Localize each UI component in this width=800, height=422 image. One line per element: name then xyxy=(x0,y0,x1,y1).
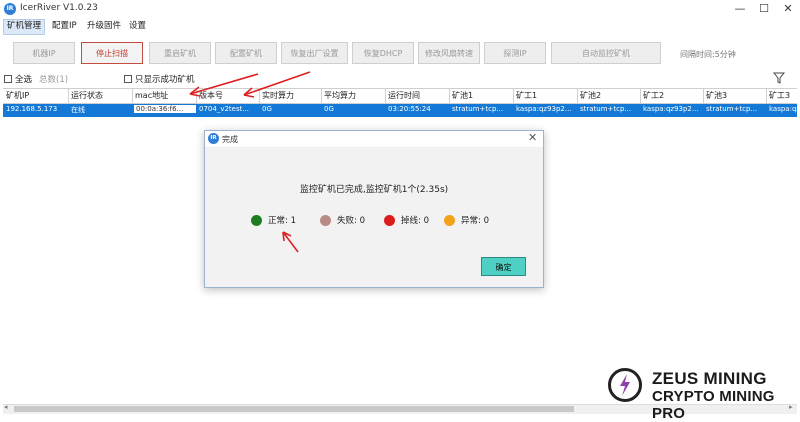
column-divider xyxy=(449,88,450,103)
status-failed-label: 失败: 0 xyxy=(337,216,365,226)
title-bar xyxy=(0,0,800,18)
factory-reset-button[interactable]: 恢复出厂设置 xyxy=(281,42,348,64)
dialog-header xyxy=(205,131,543,148)
configure-miner-button[interactable]: 配置矿机 xyxy=(215,42,277,64)
status-normal-label: 正常: 1 xyxy=(268,216,296,226)
watermark-line2: CRYPTO MINING PRO xyxy=(652,388,775,422)
total-count: 总数(1) xyxy=(39,75,69,85)
cell-realtime-hashrate: 0G xyxy=(262,105,272,113)
column-divider xyxy=(196,88,197,103)
window-title: IcerRiver V1.0.23 xyxy=(20,3,98,13)
column-divider xyxy=(640,88,641,103)
col-header-miner-ip[interactable]: 矿机IP xyxy=(6,90,29,101)
menu-upgrade-firmware[interactable]: 升级固件 xyxy=(84,19,124,33)
cell-status: 在线 xyxy=(71,106,85,114)
watermark-line1: ZEUS MINING xyxy=(652,369,767,388)
column-divider xyxy=(132,88,133,103)
filter-icon[interactable] xyxy=(773,72,785,84)
column-divider xyxy=(577,88,578,103)
column-divider xyxy=(68,88,69,103)
cell-miner-ip: 192.168.5.173 xyxy=(6,105,58,113)
cell-uptime: 03:20:55:24 xyxy=(388,105,431,113)
restore-dhcp-button[interactable]: 恢复DHCP xyxy=(352,42,414,64)
column-divider xyxy=(321,88,322,103)
detect-ip-button[interactable]: 探测IP xyxy=(484,42,546,64)
miner-ip-button[interactable]: 机器IP xyxy=(13,42,75,64)
cell-worker1: kaspa:qz93p2... xyxy=(516,105,572,113)
menu-config-ip[interactable]: 配置IP xyxy=(49,19,80,33)
maximize-icon[interactable]: ☐ xyxy=(752,1,776,17)
col-header-status[interactable]: 运行状态 xyxy=(71,90,103,101)
column-divider xyxy=(703,88,704,103)
dialog-title: 完成 xyxy=(222,135,238,144)
cell-version: 0704_v2test... xyxy=(199,105,250,113)
dialog-message: 监控矿机已完成,监控矿机1个(2.35s) xyxy=(299,185,449,195)
auto-monitor-button[interactable]: 自动监控矿机 xyxy=(551,42,661,64)
status-abnormal-icon xyxy=(444,215,455,226)
cell-avg-hashrate: 0G xyxy=(324,105,334,113)
status-offline-label: 掉线: 0 xyxy=(401,216,429,226)
app-logo-icon: IR xyxy=(4,3,16,15)
scrollbar-thumb[interactable] xyxy=(14,406,574,412)
status-offline-icon xyxy=(384,215,395,226)
menu-miner-management[interactable]: 矿机管理 xyxy=(3,19,46,35)
only-success-label: 只显示成功矿机 xyxy=(135,75,195,85)
dialog-close-icon[interactable]: ✕ xyxy=(528,131,537,144)
col-header-pool3[interactable]: 矿池3 xyxy=(706,90,727,101)
status-normal-icon xyxy=(251,215,262,226)
close-icon[interactable]: ✕ xyxy=(776,1,800,17)
column-divider xyxy=(513,88,514,103)
cell-worker3: kaspa:qz93p2... xyxy=(769,105,797,113)
cell-pool3: stratum+tcp... xyxy=(706,105,758,113)
cell-worker2: kaspa:qz93p2... xyxy=(643,105,699,113)
col-header-mac[interactable]: mac地址 xyxy=(135,90,168,101)
column-divider xyxy=(385,88,386,103)
col-header-version[interactable]: 版本号 xyxy=(199,90,223,101)
cell-pool2: stratum+tcp... xyxy=(580,105,632,113)
cell-mac: 00:0a:36:f6... xyxy=(134,105,196,113)
stop-scan-button[interactable]: 停止扫描 xyxy=(81,42,143,64)
status-failed-icon xyxy=(320,215,331,226)
only-success-checkbox[interactable] xyxy=(124,75,132,83)
dialog-app-icon: IR xyxy=(208,133,219,144)
col-header-worker1[interactable]: 矿工1 xyxy=(516,90,537,101)
zeus-mining-logo xyxy=(608,368,642,402)
col-header-pool1[interactable]: 矿池1 xyxy=(452,90,473,101)
interval-label: 间隔时间:5分钟 xyxy=(680,50,736,59)
minimize-icon[interactable]: — xyxy=(728,1,752,17)
select-all-label: 全选 xyxy=(15,75,33,85)
column-divider xyxy=(766,88,767,103)
menu-settings[interactable]: 设置 xyxy=(126,19,149,33)
scroll-left-icon[interactable]: ◂ xyxy=(4,403,8,411)
cell-pool1: stratum+tcp... xyxy=(452,105,504,113)
col-header-pool2[interactable]: 矿池2 xyxy=(580,90,601,101)
status-abnormal-label: 异常: 0 xyxy=(461,216,489,226)
col-header-worker3[interactable]: 矿工3 xyxy=(769,90,790,101)
column-divider xyxy=(259,88,260,103)
select-all-checkbox[interactable] xyxy=(4,75,12,83)
col-header-uptime[interactable]: 运行时间 xyxy=(388,90,420,101)
col-header-avg-hashrate[interactable]: 平均算力 xyxy=(324,90,356,101)
col-header-realtime-hashrate[interactable]: 实时算力 xyxy=(262,90,294,101)
restart-miner-button[interactable]: 重启矿机 xyxy=(149,42,211,64)
fan-speed-button[interactable]: 修改风扇转速 xyxy=(418,42,480,64)
ok-button[interactable]: 确定 xyxy=(481,257,526,276)
col-header-worker2[interactable]: 矿工2 xyxy=(643,90,664,101)
